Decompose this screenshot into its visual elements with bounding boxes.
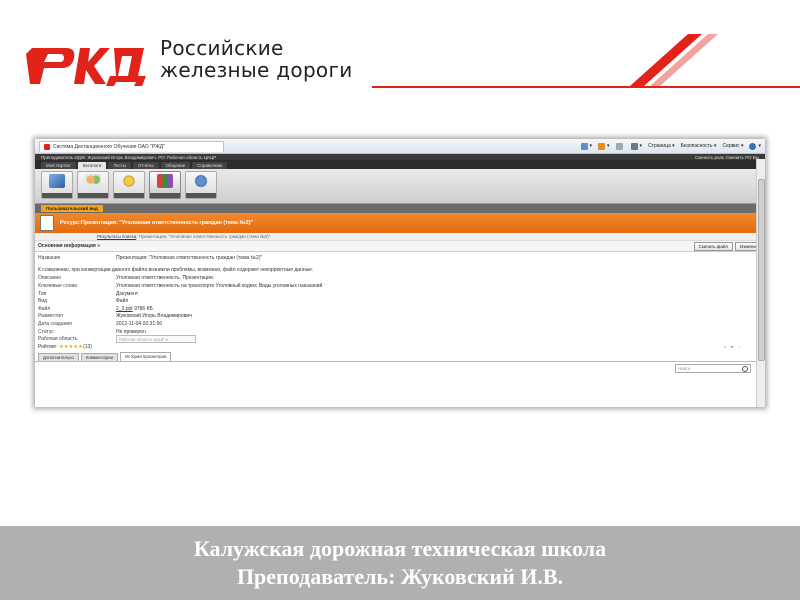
bottom-tabs: Дополнительно Комментарии История просмо…	[35, 351, 765, 362]
search-icon	[742, 365, 748, 372]
pin-icon[interactable]: ▪	[724, 344, 725, 349]
rating-row: Рейтинг: ★★★★★ (13) ▪ ▪▪ ▫	[38, 343, 762, 351]
teacher-name: Преподаватель: Жуковский И.В.	[236, 564, 564, 589]
school-name: Калужская дорожная техническая школа	[193, 536, 607, 561]
toolbar-button-awards[interactable]	[113, 171, 145, 199]
rzd-logo-icon	[26, 48, 146, 86]
brand-name-line1: Российские	[160, 36, 284, 60]
books-icon	[157, 174, 173, 188]
detail-row: Вид Файл	[38, 298, 129, 305]
tab-view-history[interactable]: История просмотров	[120, 351, 172, 361]
download-file-button[interactable]: Скачать файл	[693, 241, 734, 251]
award-icon	[121, 174, 137, 188]
browser-command-bar: ▾ ▾ ▾ Страница ▾ Безопасность ▾ Сервис ▾…	[580, 142, 761, 150]
tab-tests[interactable]: Тесты	[108, 162, 131, 169]
brand-name-line2: железные дороги	[160, 58, 353, 82]
tab-communication[interactable]: Общение	[160, 162, 191, 169]
toolbar-button-resources[interactable]	[41, 171, 73, 199]
tab-catalogs[interactable]: Каталоги	[77, 162, 107, 169]
favicon-icon	[44, 143, 50, 150]
detail-row-area: Рабочая область Рабочая область ЦКЦР ▾	[38, 335, 762, 344]
scrollbar-thumb[interactable]	[758, 179, 765, 361]
detail-row-file: Файл 2_3.ppt 9786 КБ	[38, 305, 153, 312]
detail-row: Описание Уголовная ответственность. Презе…	[38, 275, 215, 282]
detail-row: Тип Документ	[38, 290, 139, 297]
toolbar-button-library[interactable]	[149, 171, 181, 199]
detail-row-name: Название Презентация: "Уголовная ответст…	[38, 254, 263, 261]
tab-additional[interactable]: Дополнительно	[38, 352, 79, 361]
file-size: 9786 КБ	[132, 305, 153, 312]
help-icon[interactable]: ▾	[749, 142, 761, 150]
rating-count: (13)	[83, 343, 92, 350]
tab-reports[interactable]: Отчеты	[132, 162, 159, 169]
tab-comments[interactable]: Комментарии	[80, 352, 119, 361]
search-input[interactable]: Найти	[675, 363, 751, 373]
expand-icon[interactable]: ▫	[739, 344, 740, 349]
zoom-icon[interactable]: ▪▪	[731, 344, 734, 349]
slide-header: Российские железные дороги	[0, 0, 800, 100]
document-icon	[40, 215, 54, 231]
user-view-chip[interactable]: Пользовательский вид	[41, 205, 103, 212]
info-section-title[interactable]: Основная информация »	[38, 243, 100, 249]
security-menu[interactable]: Безопасность ▾	[681, 143, 717, 149]
mail-icon[interactable]	[615, 142, 625, 150]
role-links[interactable]: Сменить роль Сменить РО Вы	[695, 155, 759, 160]
detail-row: Дата создания 2012-11-04 02:31:56	[38, 320, 163, 327]
breadcrumb: Результаты поиска : Презентация: "Уголов…	[35, 233, 765, 241]
rating-actions: ▪ ▪▪ ▫	[724, 344, 740, 349]
browser-toolbar: Система Дистанционного Обучения ОАО "РЖД…	[35, 139, 765, 154]
tab-my-portal[interactable]: Мой портал	[41, 162, 76, 169]
info-icon	[193, 174, 209, 188]
main-nav: Мой портал Каталоги Тесты Отчеты Общение…	[35, 160, 765, 169]
resource-header: Ресурс:Презентация: "Уголовная ответстве…	[35, 213, 765, 233]
print-icon[interactable]: ▾	[630, 142, 642, 150]
header-rule	[372, 86, 800, 88]
home-icon[interactable]: ▾	[580, 142, 592, 150]
view-bar: Пользовательский вид	[35, 204, 765, 213]
rating-stars[interactable]: ★★★★★	[59, 344, 83, 350]
info-section-header: Основная информация » Скачать файл Измен…	[35, 241, 765, 252]
detail-row: Разместил Жуковский Игорь Владимирович	[38, 313, 192, 320]
vertical-scrollbar[interactable]	[756, 159, 765, 407]
history-search-row: Найти	[35, 362, 765, 373]
cube-icon	[49, 174, 65, 188]
browser-tab-title: Система Дистанционного Обучения ОАО "РЖД…	[53, 143, 165, 150]
user-line: Преподаватель ИДЖ: Жуковский Игорь Влади…	[41, 154, 217, 160]
resource-details: Название Презентация: "Уголовная ответст…	[35, 252, 765, 351]
breadcrumb-search-results[interactable]: Результаты поиска	[97, 234, 136, 239]
file-link[interactable]: 2_3.ppt	[116, 306, 133, 312]
rating-label: Рейтинг:	[38, 343, 58, 350]
tab-reference[interactable]: Справочник	[192, 162, 228, 169]
work-area-select[interactable]: Рабочая область ЦКЦР ▾	[116, 335, 196, 344]
browser-tab[interactable]: Система Дистанционного Обучения ОАО "РЖД…	[39, 140, 224, 152]
detail-row: Ключевые слова Уголовная ответственность …	[38, 282, 323, 289]
rss-icon[interactable]: ▾	[598, 142, 610, 150]
users-icon	[85, 174, 101, 188]
slide-footer: Калужская дорожная техническая школа Пре…	[0, 526, 800, 600]
page-menu[interactable]: Страница ▾	[648, 143, 675, 149]
breadcrumb-current: : Презентация: "Уголовная ответственност…	[136, 234, 271, 239]
tools-menu[interactable]: Сервис ▾	[722, 143, 743, 149]
conversion-warning: К сожалению, при конвертации данного фай…	[38, 267, 314, 274]
resource-title: Ресурс:Презентация: "Уголовная ответстве…	[60, 220, 254, 226]
embedded-screenshot: Система Дистанционного Обучения ОАО "РЖД…	[35, 139, 765, 407]
toolbar-button-info[interactable]	[185, 171, 217, 199]
toolbar-button-users[interactable]	[77, 171, 109, 199]
module-toolbar	[35, 169, 765, 204]
